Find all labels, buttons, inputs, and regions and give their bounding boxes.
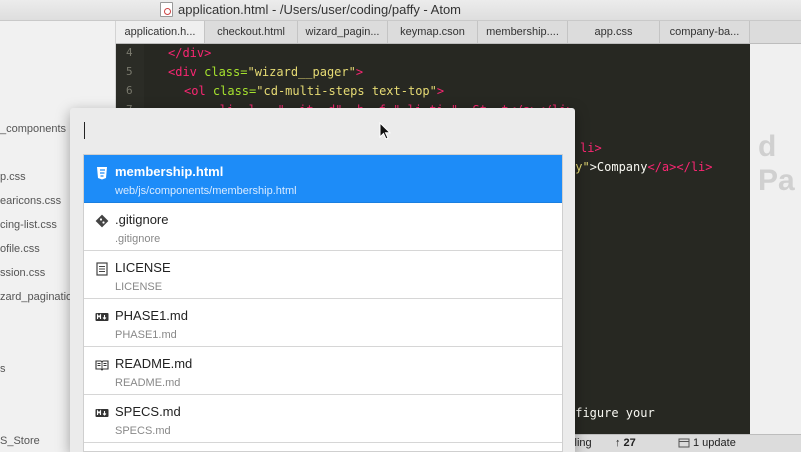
tree-item[interactable]: ssion.css [0,267,45,279]
code-token: >Company [589,160,648,174]
result-item-gitignore[interactable]: .gitignore .gitignore [84,203,562,251]
result-name: README.md [115,356,193,371]
code-token: > [355,65,364,79]
document-icon [160,2,173,17]
code-token: <div [168,65,205,79]
code-token: class= [212,84,257,98]
result-item-membership-html[interactable]: membership.html web/js/components/member… [84,155,562,203]
preview-heading: d Pa [758,130,795,197]
window-title-wrap: application.html - /Users/user/coding/pa… [160,2,461,17]
fuzzy-finder-results: membership.html web/js/components/member… [83,154,563,452]
result-path: web/js/components/membership.html [115,185,297,197]
markdown-icon [95,310,109,324]
fuzzy-finder-input[interactable] [82,118,563,144]
line-number: 4 [126,46,133,59]
result-path: PHASE1.md [115,329,177,341]
markdown-icon [95,406,109,420]
result-item-license[interactable]: LICENSE LICENSE [84,251,562,299]
tab-company-base[interactable]: company-ba... [660,21,750,43]
window-title: application.html - /Users/user/coding/pa… [178,2,461,17]
code-line: <div class="wizard__pager"> [168,65,363,79]
result-path: LICENSE [115,281,163,293]
status-bar: yling ↑ 27 1 update [563,434,801,452]
code-token: "cd-multi-steps text-top" [256,84,437,98]
package-icon [678,437,690,451]
tree-item[interactable]: S_Store [0,435,40,447]
tab-app-css[interactable]: app.css [568,21,660,43]
result-name: SPECS.md [115,404,181,419]
line-number: 5 [126,65,133,78]
book-icon [95,358,109,372]
code-token: </div> [168,46,212,60]
package-updates[interactable]: 1 update [693,437,736,449]
text-file-icon [95,262,109,276]
code-token: > [436,84,445,98]
tab-bar: application.h... checkout.html wizard_pa… [116,21,801,44]
tree-item[interactable]: _components [0,123,66,135]
result-path: SPECS.md [115,425,171,437]
code-line: nfigure your [568,406,655,420]
tree-item[interactable]: earicons.css [0,195,61,207]
code-token: class= [204,65,248,79]
code-line: li> [580,141,602,155]
code-token: </a></li> [647,160,713,174]
result-path: README.md [115,377,181,389]
tab-checkout-html[interactable]: checkout.html [205,21,298,43]
code-line: </div> [168,46,211,60]
result-name: LICENSE [115,260,171,275]
code-token: "wizard__pager" [247,65,356,79]
result-item-readme-md[interactable]: README.md README.md [84,347,562,395]
line-number: 6 [126,84,133,97]
code-line: ny">Company</a></li> [568,160,713,174]
tree-item[interactable]: ofile.css [0,243,40,255]
result-item-phase1-md[interactable]: PHASE1.md PHASE1.md [84,299,562,347]
fuzzy-finder-panel: membership.html web/js/components/member… [70,108,575,452]
tree-item[interactable]: cing-list.css [0,219,57,231]
title-bar: application.html - /Users/user/coding/pa… [0,0,801,21]
html-file-icon [95,166,109,180]
result-item-specs-md[interactable]: SPECS.md SPECS.md [84,395,562,443]
git-ahead-count[interactable]: ↑ 27 [615,437,636,449]
code-token: <ol [184,84,213,98]
preview-pane: d Pa [750,44,801,452]
result-name: .gitignore [115,212,169,227]
tree-item[interactable]: zard_paginatio [0,291,72,303]
result-name: PHASE1.md [115,308,188,323]
tree-item[interactable]: p.css [0,171,26,183]
code-line: <ol class="cd-multi-steps text-top"> [184,84,444,98]
tab-membership[interactable]: membership.... [478,21,568,43]
tree-item[interactable]: s [0,363,6,375]
result-path: .gitignore [115,233,161,245]
tab-keymap-cson[interactable]: keymap.cson [388,21,478,43]
text-caret [84,122,85,139]
git-icon [95,214,109,228]
tab-application-html[interactable]: application.h... [116,21,205,43]
result-name: membership.html [115,164,224,179]
tab-wizard-pagination[interactable]: wizard_pagin... [298,21,388,43]
